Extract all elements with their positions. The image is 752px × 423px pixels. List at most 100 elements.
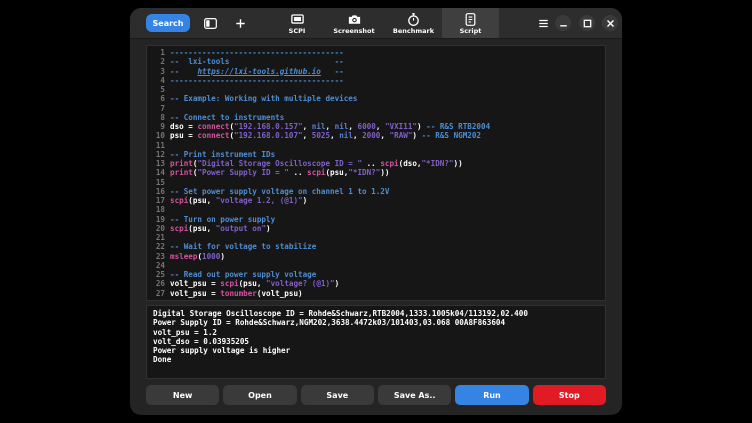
code-line: 18: [147, 205, 605, 214]
hamburger-icon: [536, 16, 551, 31]
line-number: 2: [147, 57, 170, 66]
output-console[interactable]: Digital Storage Oscilloscope ID = Rohde&…: [146, 305, 606, 379]
search-button[interactable]: Search: [146, 14, 190, 32]
new-button[interactable]: New: [146, 385, 219, 405]
code-line: 8-- Connect to instruments: [147, 113, 605, 122]
code-text: -- Turn on power supply: [170, 215, 275, 224]
line-number: 21: [147, 233, 170, 242]
code-line: 26volt_psu = scpi(psu, "voltage? (@1)"): [147, 279, 605, 288]
code-line: 4--------------------------------------: [147, 76, 605, 85]
code-line: 14print("Power Supply ID = " .. scpi(psu…: [147, 168, 605, 177]
code-line: 6-- Example: Working with multiple devic…: [147, 94, 605, 103]
tab-benchmark[interactable]: Benchmark: [385, 8, 442, 38]
line-number: 19: [147, 215, 170, 224]
tab-script[interactable]: Script: [442, 8, 499, 38]
maximize-button[interactable]: [579, 15, 595, 31]
line-number: 6: [147, 94, 170, 103]
line-number: 12: [147, 150, 170, 159]
line-number: 15: [147, 178, 170, 187]
code-line: 13print("Digital Storage Oscilloscope ID…: [147, 159, 605, 168]
code-line: 9dso = connect("192.168.0.157", nil, nil…: [147, 122, 605, 131]
code-line: 2-- lxi-tools --: [147, 57, 605, 66]
code-text: -- https://lxi-tools.github.io --: [170, 67, 344, 76]
code-text: [170, 205, 175, 214]
run-button[interactable]: Run: [455, 385, 528, 405]
line-number: 1: [147, 48, 170, 57]
stop-button[interactable]: Stop: [533, 385, 606, 405]
line-number: 11: [147, 141, 170, 150]
code-text: print("Power Supply ID = " .. scpi(psu,"…: [170, 168, 390, 177]
tab-label: SCPI: [289, 27, 306, 35]
line-number: 8: [147, 113, 170, 122]
line-number: 17: [147, 196, 170, 205]
code-text: -- lxi-tools --: [170, 57, 344, 66]
code-text: volt_psu = scpi(psu, "voltage? (@1)"): [170, 279, 339, 288]
save-button[interactable]: Save: [301, 385, 374, 405]
code-text: --------------------------------------: [170, 76, 344, 85]
code-text: -- Example: Working with multiple device…: [170, 94, 357, 103]
line-number: 4: [147, 76, 170, 85]
console-line: Power Supply ID = Rohde&Schwarz,NGM202,3…: [153, 318, 605, 327]
code-line: 7: [147, 104, 605, 113]
headerbar: Search SCPI Screenshot Benchmark Script: [130, 8, 622, 39]
code-text: -- Wait for voltage to stabilize: [170, 242, 316, 251]
code-text: [170, 233, 175, 242]
maximize-icon: [580, 16, 595, 31]
code-text: -- Connect to instruments: [170, 113, 284, 122]
tab-label: Screenshot: [333, 27, 374, 35]
minimize-button[interactable]: [555, 15, 571, 31]
close-button[interactable]: [602, 15, 618, 31]
line-number: 9: [147, 122, 170, 131]
script-tab-content: 1 -------------------------------------- 2…: [130, 39, 622, 405]
main-menu-button[interactable]: [533, 13, 553, 33]
code-text: psu = connect("192.168.0.107", 5025, nil…: [170, 131, 481, 140]
line-number: 16: [147, 187, 170, 196]
line-number: 23: [147, 252, 170, 261]
code-text: [170, 85, 175, 94]
open-button[interactable]: Open: [223, 385, 296, 405]
code-line: 17scpi(psu, "voltage 1.2, (@1)"): [147, 196, 605, 205]
stopwatch-icon: [406, 12, 421, 27]
code-text: -- Read out power supply voltage: [170, 270, 316, 279]
camera-icon: [347, 12, 362, 27]
sidebar-icon: [203, 16, 218, 31]
line-number: 24: [147, 261, 170, 270]
code-line: 12-- Print instrument IDs: [147, 150, 605, 159]
code-text: -- Print instrument IDs: [170, 150, 275, 159]
code-line: 27volt_psu = tonumber(volt_psu): [147, 289, 605, 298]
code-text: dso = connect("192.168.0.157", nil, nil,…: [170, 122, 490, 131]
code-text: [170, 141, 175, 150]
code-line: 11: [147, 141, 605, 150]
code-text: volt_psu = tonumber(volt_psu): [170, 289, 303, 298]
sidebar-toggle-button[interactable]: [200, 13, 220, 33]
console-line: volt_dso = 0.03935205: [153, 337, 605, 346]
line-number: 25: [147, 270, 170, 279]
line-number: 26: [147, 279, 170, 288]
save-as-button[interactable]: Save As..: [378, 385, 451, 405]
tab-screenshot[interactable]: Screenshot: [323, 8, 385, 38]
tab-label: Benchmark: [393, 27, 434, 35]
line-number: 20: [147, 224, 170, 233]
script-icon: [463, 12, 478, 27]
line-number: 18: [147, 205, 170, 214]
script-editor[interactable]: 1 -------------------------------------- 2…: [146, 45, 606, 301]
console-line: Power supply voltage is higher: [153, 346, 605, 355]
tab-scpi[interactable]: SCPI: [271, 8, 323, 38]
code-text: -- Set power supply voltage on channel 1…: [170, 187, 389, 196]
code-line: 23msleep(1000): [147, 252, 605, 261]
close-icon: [603, 16, 618, 31]
code-text: msleep(1000): [170, 252, 225, 261]
code-line: 5: [147, 85, 605, 94]
code-line: 19-- Turn on power supply: [147, 215, 605, 224]
code-line: 15: [147, 178, 605, 187]
tab-label: Script: [460, 27, 482, 35]
code-text: [170, 104, 175, 113]
code-text: [170, 261, 175, 270]
code-line: 22-- Wait for voltage to stabilize: [147, 242, 605, 251]
line-number: 5: [147, 85, 170, 94]
code-line: 20scpi(psu, "output on"): [147, 224, 605, 233]
code-line: 16-- Set power supply voltage on channel…: [147, 187, 605, 196]
add-tab-button[interactable]: [230, 13, 250, 33]
line-number: 13: [147, 159, 170, 168]
line-number: 7: [147, 104, 170, 113]
